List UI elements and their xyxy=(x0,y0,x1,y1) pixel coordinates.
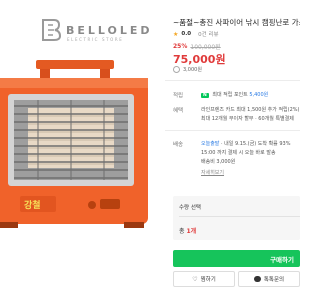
rating-row: ★ 0.0 0건 리뷰 xyxy=(173,30,219,39)
star-icon: ★ xyxy=(173,30,179,38)
heart-icon: ♡ xyxy=(192,275,198,283)
card-benefit-label: 혜택 xyxy=(173,108,184,114)
shipping-line2: 15:00 까지 결제 시 오늘 바로 발송 xyxy=(201,150,276,156)
coin-icon xyxy=(173,66,180,73)
brand-name: BELLOLED xyxy=(66,23,153,37)
benefit-amount: 5,400원 xyxy=(249,92,269,98)
total-summary: 총 1개 xyxy=(179,226,196,235)
benefit-text: 최대 적립 포인트 xyxy=(212,92,248,98)
quantity-title: 수량 선택 xyxy=(179,205,201,211)
review-count-link[interactable]: 0건 리뷰 xyxy=(198,30,218,38)
product-title: ~품절~총진 사파이어 낚시 캠핑난로 가스 xyxy=(173,18,300,27)
svg-text:강철: 강철 xyxy=(24,199,41,211)
sale-price: 75,000원 xyxy=(173,53,226,66)
chat-bubble-icon xyxy=(253,276,261,282)
card-benefit-line1: 라인프렌즈 카드 최대 1,500원 추가 적립(2%) xyxy=(201,107,300,113)
discount-rate: 25% xyxy=(173,43,188,50)
brand-mark-icon xyxy=(42,19,62,41)
total-count: 1개 xyxy=(186,228,197,235)
today-ship-badge: 오늘출발 xyxy=(201,141,220,147)
shipping-details-link[interactable]: 자세히보기 xyxy=(201,169,224,176)
divider xyxy=(179,216,300,217)
product-info-panel: ~품절~총진 사파이어 낚시 캠핑난로 가스 ★ 0.0 0건 리뷰 25% 1… xyxy=(165,0,300,300)
talk-label: 톡톡문의 xyxy=(263,277,285,283)
benefit-value[interactable]: N 최대 적립 포인트 5,400원 xyxy=(201,91,268,98)
wish-button[interactable]: ♡ 찜하기 xyxy=(173,271,235,287)
divider xyxy=(165,80,300,81)
heater-product-image[interactable]: 강철 xyxy=(0,58,156,234)
card-benefit-line2: 최대 12개월 무이자 할부 · 60개월 특별결제 xyxy=(201,116,294,122)
shipping-label: 배송 xyxy=(173,142,184,148)
points-row: 3,000원 xyxy=(173,66,202,73)
brand-subtitle: ELECTRIC STORE xyxy=(67,37,124,42)
shipping-fee: 배송비 3,000원 xyxy=(201,159,236,165)
buy-button[interactable]: 구매하기 xyxy=(173,250,300,267)
rating-score: 0.0 xyxy=(181,31,192,37)
shipping-line1: 오늘출발 · 내일 9.15.(금) 도착 확률 93% xyxy=(201,140,290,147)
product-gallery: BELLOLED ELECTRIC STORE 강철 xyxy=(0,0,160,300)
benefit-label: 적립 xyxy=(173,93,184,99)
divider xyxy=(165,130,300,131)
delivery-estimate: · 내일 9.15.(금) 도착 확률 93% xyxy=(219,141,291,147)
naver-pay-badge: N xyxy=(201,93,209,98)
wish-label: 찜하기 xyxy=(200,277,216,283)
original-price: 100,000원 xyxy=(190,44,221,51)
points-value: 3,000원 xyxy=(183,67,202,73)
talk-inquiry-button[interactable]: 톡톡문의 xyxy=(238,271,300,287)
price-row: 25% 100,000원 xyxy=(173,42,221,51)
